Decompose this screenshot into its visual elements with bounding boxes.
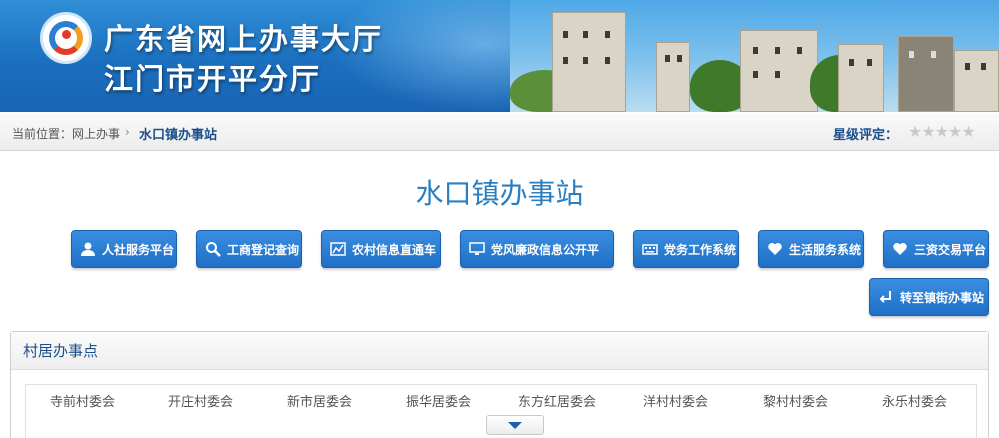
site-subtitle: 江门市开平分厅: [104, 62, 322, 96]
button-label: 三资交易平台: [914, 242, 987, 257]
tower-building: [740, 30, 818, 112]
chart-icon: [328, 239, 348, 259]
diaolou-scenery-image: [510, 0, 999, 112]
tower-building: [838, 44, 884, 112]
heart-icon: [765, 239, 785, 259]
three-assets-trading-button[interactable]: 三资交易平台: [883, 230, 989, 268]
tower-building: [954, 50, 999, 112]
site-logo[interactable]: [40, 12, 92, 64]
heart-icon: [890, 239, 910, 259]
party-affairs-system-button[interactable]: 党务工作系统: [633, 230, 739, 268]
keyboard-icon: [640, 239, 660, 259]
button-label: 人社服务平台: [102, 242, 175, 257]
panel-title: 村居办事点: [11, 332, 988, 370]
expand-button[interactable]: [486, 415, 544, 435]
village-office-panel: 村居办事点 寺前村委会 开庄村委会 新市居委会 振华居委会 东方红居委会 洋村村…: [10, 331, 989, 438]
header-banner: 广东省网上办事大厅 江门市开平分厅: [0, 0, 999, 112]
button-label: 党风廉政信息公开平: [491, 242, 600, 257]
user-icon: [78, 239, 98, 259]
tower-building: [656, 42, 690, 112]
breadcrumb: 当前位置：网上办事 › 水口镇办事站 星级评定： ★★★★★: [0, 113, 999, 151]
hr-service-platform-button[interactable]: 人社服务平台: [71, 230, 177, 268]
village-link[interactable]: 洋村村委会: [643, 391, 708, 410]
star-rating-icon[interactable]: ★★★★★: [908, 122, 976, 141]
tower-building: [552, 12, 626, 112]
village-list: 寺前村委会 开庄村委会 新市居委会 振华居委会 东方红居委会 洋村村委会 黎村村…: [25, 384, 977, 438]
goto-town-station-button[interactable]: 转至镇街办事站: [869, 278, 989, 316]
monitor-icon: [467, 239, 487, 259]
search-icon: [203, 239, 223, 259]
village-link[interactable]: 寺前村委会: [50, 391, 115, 410]
button-label: 工商登记查询: [227, 242, 300, 257]
button-label: 农村信息直通车: [352, 242, 437, 257]
tower-building: [898, 36, 954, 112]
breadcrumb-separator-icon: ›: [125, 125, 130, 139]
logo-dot-icon: [62, 30, 71, 39]
village-link[interactable]: 永乐村委会: [882, 391, 947, 410]
rating-label: 星级评定：: [833, 128, 899, 143]
life-service-system-button[interactable]: 生活服务系统: [758, 230, 864, 268]
village-link[interactable]: 开庄村委会: [168, 391, 233, 410]
site-title: 广东省网上办事大厅: [104, 22, 384, 56]
village-link[interactable]: 东方红居委会: [518, 391, 596, 410]
business-registration-query-button[interactable]: 工商登记查询: [196, 230, 302, 268]
button-label: 党务工作系统: [664, 242, 737, 257]
page-title: 水口镇办事站: [415, 177, 584, 210]
village-link[interactable]: 黎村村委会: [763, 391, 828, 410]
integrity-info-disclosure-button[interactable]: 党风廉政信息公开平: [460, 230, 614, 268]
rural-info-express-button[interactable]: 农村信息直通车: [321, 230, 441, 268]
village-link[interactable]: 新市居委会: [287, 391, 352, 410]
button-label: 转至镇街办事站: [900, 290, 985, 305]
breadcrumb-current: 水口镇办事站: [139, 128, 218, 143]
button-label: 生活服务系统: [789, 242, 862, 257]
village-link[interactable]: 振华居委会: [406, 391, 471, 410]
return-icon: [876, 287, 896, 307]
breadcrumb-prefix[interactable]: 当前位置：网上办事: [12, 125, 120, 142]
chevron-down-icon: [508, 421, 522, 429]
